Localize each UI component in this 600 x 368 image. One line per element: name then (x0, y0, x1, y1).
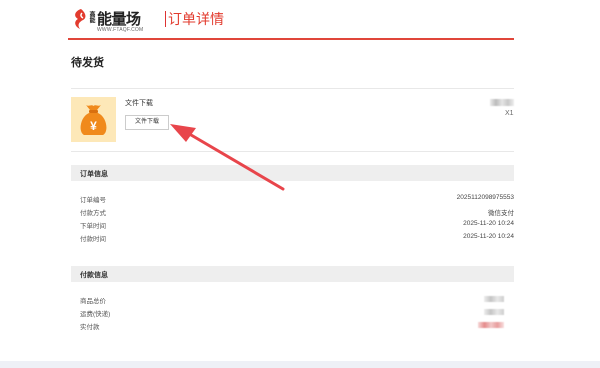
svg-text:¥: ¥ (90, 119, 97, 133)
logo-small-text: 高能 (88, 11, 94, 23)
shipping-fee-label: 运费(快递) (80, 311, 111, 318)
payment-method-label: 付款方式 (80, 210, 106, 217)
amount-paid-value-redacted (478, 322, 504, 328)
order-time-label: 下单时间 (80, 223, 106, 230)
order-time-value: 2025-11-20 10:24 (463, 220, 514, 227)
page-title: 订单详情 (168, 11, 224, 27)
footer-strip (0, 361, 600, 368)
product-price-redacted (490, 99, 514, 106)
section-title: 订单信息 (80, 171, 108, 178)
amount-paid-label: 实付款 (80, 324, 100, 331)
order-number-label: 订单编号 (80, 197, 106, 204)
section-title: 付款信息 (80, 272, 108, 279)
payment-method-value: 微信支付 (488, 210, 514, 217)
order-number-value: 2025112098975553 (456, 194, 514, 201)
shipping-fee-value-redacted (484, 309, 504, 315)
product-quantity: X1 (505, 110, 514, 117)
header-rule (68, 38, 514, 40)
product-name: 文件下载 (125, 100, 153, 107)
logo-name[interactable]: 能量场 (97, 8, 141, 29)
goods-total-value-redacted (484, 296, 504, 302)
money-bag-yen-icon: ¥ (80, 105, 107, 135)
product-thumbnail[interactable]: ¥ (71, 97, 116, 142)
divider (71, 88, 514, 89)
header-divider (165, 11, 166, 27)
payment-time-value: 2025-11-20 10:24 (463, 233, 514, 240)
goods-total-label: 商品总价 (80, 298, 106, 305)
site-header: 高能 能量场 WWW.FTAQF.COM 订单详情 (68, 6, 514, 40)
payment-time-label: 付款时间 (80, 236, 106, 243)
order-info-header: 订单信息 (71, 165, 514, 181)
payment-info-header: 付款信息 (71, 266, 514, 282)
divider (71, 151, 514, 152)
logo-icon[interactable] (72, 9, 88, 29)
logo-url: WWW.FTAQF.COM (97, 27, 144, 33)
order-status: 待发货 (71, 57, 104, 69)
download-button[interactable]: 文件下载 (125, 115, 169, 130)
